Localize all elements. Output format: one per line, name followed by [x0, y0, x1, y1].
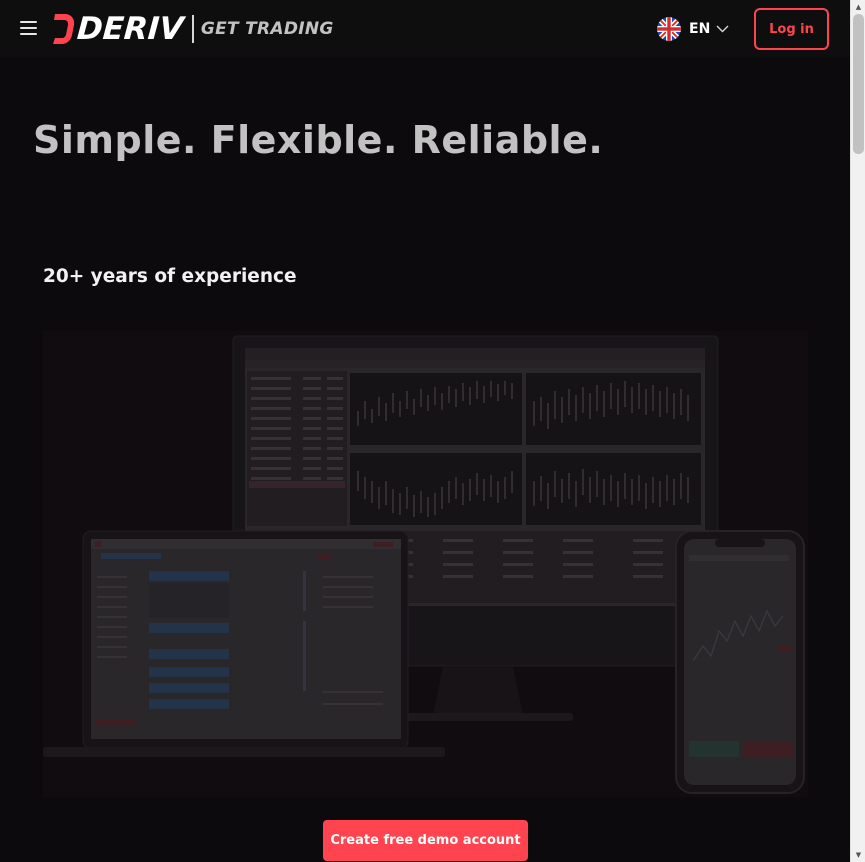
- scroll-up-arrow-icon[interactable]: ▲: [851, 0, 865, 14]
- experience-subheading: 20+ years of experience: [43, 266, 297, 287]
- logo-wordmark: DERIV: [75, 10, 185, 47]
- deriv-logo-mark-icon: [53, 14, 75, 44]
- deriv-logo[interactable]: DERIV GET TRADING: [53, 10, 334, 47]
- logo-tagline: GET TRADING: [200, 18, 334, 39]
- scrollbar-thumb[interactable]: [853, 14, 864, 154]
- uk-flag-icon: [657, 17, 681, 41]
- menu-icon[interactable]: [20, 20, 38, 36]
- create-demo-account-button[interactable]: Create free demo account: [323, 820, 528, 861]
- page-scrollbar[interactable]: ▲ ▼: [850, 0, 865, 862]
- page-headline: Simple. Flexible. Reliable.: [33, 118, 604, 162]
- logo-divider: [192, 15, 194, 43]
- platform-devices-image: [43, 331, 808, 797]
- scroll-down-arrow-icon[interactable]: ▼: [851, 848, 865, 862]
- site-header: DERIV GET TRADING EN Log in: [0, 0, 850, 57]
- login-button[interactable]: Log in: [754, 8, 829, 50]
- devices-illustration: [43, 331, 808, 797]
- language-code: EN: [689, 21, 711, 37]
- chevron-down-icon: [716, 25, 729, 33]
- language-selector[interactable]: EN: [657, 17, 729, 41]
